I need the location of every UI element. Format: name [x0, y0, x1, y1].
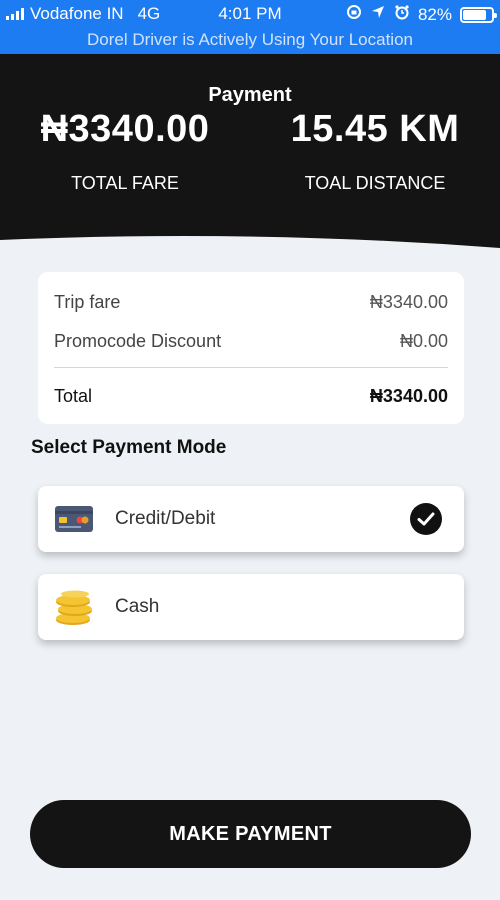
payment-mode-title: Select Payment Mode: [31, 437, 227, 458]
total-amount: ₦3340.00: [369, 386, 448, 406]
fare-header: Payment ₦3340.00 TOTAL FARE 15.45 KM TOA…: [0, 54, 500, 250]
coins-icon: [54, 590, 94, 625]
payment-option-cash[interactable]: Cash: [38, 574, 464, 640]
alarm-icon: [394, 4, 410, 25]
status-bar: Vodafone IN 4G 4:01 PM 82%: [0, 0, 500, 28]
trip-fare-amount: ₦3340.00: [369, 292, 448, 312]
make-payment-button[interactable]: MAKE PAYMENT: [30, 800, 471, 868]
page-title: Payment: [208, 84, 292, 106]
total-distance-stat: 15.45 KM TOAL DISTANCE: [250, 108, 500, 194]
credit-card-icon: [54, 502, 94, 536]
promo-discount-label: Promocode Discount: [54, 331, 222, 351]
total-fare-value: ₦3340.00: [40, 108, 210, 150]
fare-summary-card: Trip fare ₦3340.00 Promocode Discount ₦0…: [38, 272, 464, 424]
credit-debit-label: Credit/Debit: [115, 508, 216, 529]
selected-check-icon: [410, 503, 442, 535]
total-fare-label: TOTAL FARE: [71, 173, 179, 193]
payment-option-credit-debit[interactable]: Credit/Debit: [38, 486, 464, 552]
trip-fare-label: Trip fare: [54, 292, 121, 312]
promo-discount-amount: ₦0.00: [399, 331, 448, 351]
total-label: Total: [54, 386, 93, 406]
total-fare-stat: ₦3340.00 TOTAL FARE: [0, 108, 250, 194]
battery-percent: 82%: [417, 4, 452, 24]
location-banner[interactable]: Dorel Driver is Actively Using Your Loca…: [0, 28, 500, 54]
total-distance-value: 15.45 KM: [290, 108, 460, 150]
promo-discount-row: Promocode Discount ₦0.00: [54, 331, 448, 352]
summary-divider: [54, 367, 448, 368]
location-arrow-icon: [370, 4, 386, 25]
trip-fare-row: Trip fare ₦3340.00: [54, 292, 448, 313]
battery-icon: [460, 6, 497, 23]
cash-label: Cash: [115, 596, 160, 617]
total-distance-label: TOAL DISTANCE: [304, 173, 446, 193]
rotation-lock-icon: [346, 4, 362, 25]
total-row: Total ₦3340.00: [54, 386, 448, 407]
